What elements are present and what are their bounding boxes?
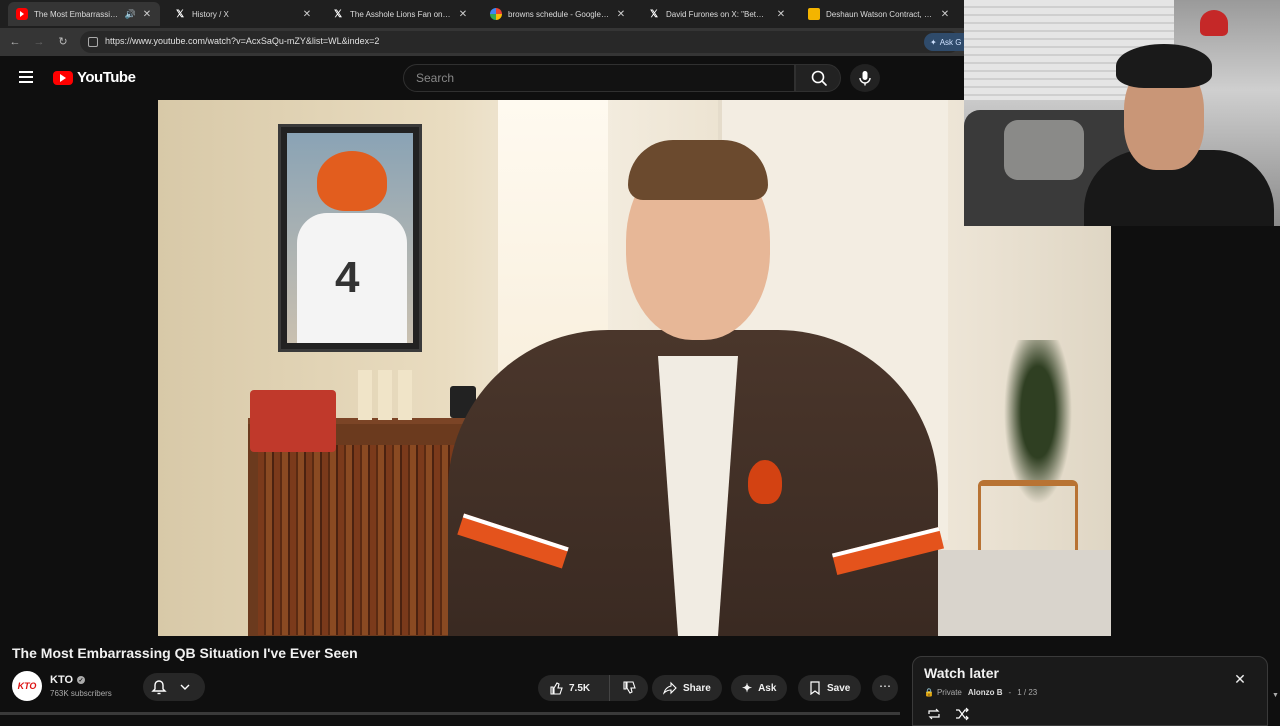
playlist-meta: 🔒 Private Alonzo B - 1 / 23 bbox=[924, 688, 1037, 697]
site-info-icon[interactable] bbox=[88, 37, 98, 47]
x-icon: 𝕏 bbox=[333, 8, 343, 20]
search-input[interactable] bbox=[416, 71, 776, 85]
share-icon bbox=[663, 681, 677, 695]
tab-title: The Most Embarrassing QB Situ bbox=[34, 9, 119, 19]
bookmark-icon bbox=[810, 681, 820, 695]
video-title: The Most Embarrassing QB Situation I've … bbox=[12, 645, 358, 661]
scroll-down-icon[interactable]: ▼ bbox=[1272, 692, 1279, 699]
menu-icon[interactable] bbox=[19, 71, 33, 83]
verified-icon: ✓ bbox=[77, 676, 86, 684]
close-tab-icon[interactable]: ✕ bbox=[458, 9, 468, 20]
channel-avatar[interactable]: KTO bbox=[12, 671, 42, 701]
candles bbox=[358, 370, 418, 420]
reload-icon[interactable]: ↻ bbox=[55, 34, 71, 50]
voice-search-button[interactable] bbox=[850, 64, 880, 92]
lock-icon: 🔒 bbox=[924, 688, 934, 697]
private-chip: 🔒 Private bbox=[924, 688, 962, 697]
subscriber-count: 763K subscribers bbox=[50, 689, 112, 698]
playlist-position: 1 / 23 bbox=[1017, 688, 1038, 697]
forward-icon[interactable]: → bbox=[31, 34, 47, 50]
dislike-button[interactable] bbox=[610, 675, 648, 701]
save-button[interactable]: Save bbox=[798, 675, 862, 701]
thumbs-down-icon bbox=[623, 681, 636, 694]
presenter-hair bbox=[628, 140, 768, 200]
microphone-icon bbox=[859, 71, 871, 86]
tab-title: browns schedule - Google Sear bbox=[508, 9, 610, 19]
ask-google-chip[interactable]: ✦ Ask G bbox=[924, 33, 968, 51]
close-icon[interactable]: ✕ bbox=[1231, 670, 1249, 688]
youtube-logo-text: YouTube bbox=[77, 69, 136, 86]
like-button[interactable]: 7.5K bbox=[538, 675, 610, 701]
tab-contract-page[interactable]: Deshaun Watson Contract, Sala ✕ bbox=[800, 2, 958, 26]
framed-poster: 4 bbox=[278, 124, 422, 352]
doc-icon bbox=[808, 8, 820, 20]
back-icon[interactable]: ← bbox=[7, 34, 23, 50]
address-bar[interactable]: https://www.youtube.com/watch?v=AcxSaQu-… bbox=[80, 31, 960, 53]
sparkle-icon: ✦ bbox=[742, 681, 753, 695]
subscribed-bell-button[interactable] bbox=[143, 673, 205, 701]
channel-name[interactable]: KTO bbox=[50, 674, 73, 686]
youtube-logo[interactable]: YouTube bbox=[53, 69, 136, 86]
youtube-play-icon bbox=[53, 70, 73, 85]
tab-title: Deshaun Watson Contract, Sala bbox=[826, 9, 934, 19]
playlist-title[interactable]: Watch later bbox=[924, 665, 999, 681]
privacy-label: Private bbox=[936, 688, 962, 697]
playlist-panel: Watch later 🔒 Private Alonzo B - 1 / 23 … bbox=[912, 656, 1268, 726]
save-label: Save bbox=[827, 682, 851, 694]
poster-jersey-number: 4 bbox=[335, 253, 360, 302]
tab-lions-fan-x[interactable]: 𝕏 The Asshole Lions Fan on X: "h ✕ bbox=[324, 2, 476, 26]
url-text[interactable]: https://www.youtube.com/watch?v=AcxSaQu-… bbox=[105, 36, 379, 46]
more-actions-button[interactable]: ⋯ bbox=[872, 675, 898, 701]
tab-history-x[interactable]: 𝕏 History / X ✕ bbox=[166, 2, 320, 26]
sparkle-icon: ✦ bbox=[930, 37, 937, 47]
x-icon: 𝕏 bbox=[175, 8, 185, 20]
search-icon bbox=[811, 70, 827, 86]
progress-track bbox=[0, 712, 900, 715]
tab-google-search[interactable]: browns schedule - Google Sear ✕ bbox=[482, 2, 634, 26]
tab-david-furones-x[interactable]: 𝕏 David Furones on X: "BetMGM ✕ bbox=[640, 2, 794, 26]
tab-youtube-video[interactable]: The Most Embarrassing QB Situ 🔊 ✕ bbox=[8, 2, 160, 26]
share-button[interactable]: Share bbox=[652, 675, 722, 701]
loop-icon[interactable] bbox=[927, 707, 941, 721]
like-dislike-group: 7.5K bbox=[538, 675, 648, 701]
close-tab-icon[interactable]: ✕ bbox=[142, 9, 152, 20]
x-icon: 𝕏 bbox=[649, 8, 659, 20]
lunchbox bbox=[250, 390, 336, 452]
close-tab-icon[interactable]: ✕ bbox=[302, 9, 312, 20]
ask-button[interactable]: ✦ Ask bbox=[731, 675, 788, 701]
search-button[interactable] bbox=[795, 64, 841, 92]
thumbs-up-icon bbox=[550, 682, 563, 695]
tab-title: David Furones on X: "BetMGM bbox=[666, 9, 770, 19]
search-box[interactable] bbox=[403, 64, 795, 92]
share-label: Share bbox=[683, 682, 711, 694]
scrollbar[interactable]: ▼ bbox=[1272, 636, 1280, 720]
shuffle-icon[interactable] bbox=[955, 707, 969, 721]
tab-title: The Asshole Lions Fan on X: "h bbox=[350, 9, 452, 19]
close-tab-icon[interactable]: ✕ bbox=[776, 9, 786, 20]
like-count: 7.5K bbox=[569, 682, 591, 694]
close-tab-icon[interactable]: ✕ bbox=[616, 9, 626, 20]
channel-name-row[interactable]: KTO ✓ bbox=[50, 674, 86, 686]
tab-title: History / X bbox=[192, 9, 229, 19]
close-tab-icon[interactable]: ✕ bbox=[940, 9, 950, 20]
ask-google-label: Ask G bbox=[939, 37, 962, 47]
webcam-overlay bbox=[964, 0, 1280, 226]
ask-label: Ask bbox=[758, 682, 777, 694]
google-icon bbox=[490, 8, 502, 20]
bell-icon bbox=[151, 680, 190, 695]
books bbox=[258, 445, 478, 635]
channel-avatar-text: KTO bbox=[17, 681, 37, 691]
separator: - bbox=[1008, 688, 1012, 697]
youtube-icon bbox=[16, 8, 28, 20]
more-icon: ⋯ bbox=[879, 679, 891, 693]
playlist-owner[interactable]: Alonzo B bbox=[968, 688, 1003, 697]
speaker-icon[interactable]: 🔊 bbox=[125, 9, 136, 20]
helmet-patch bbox=[748, 460, 782, 504]
